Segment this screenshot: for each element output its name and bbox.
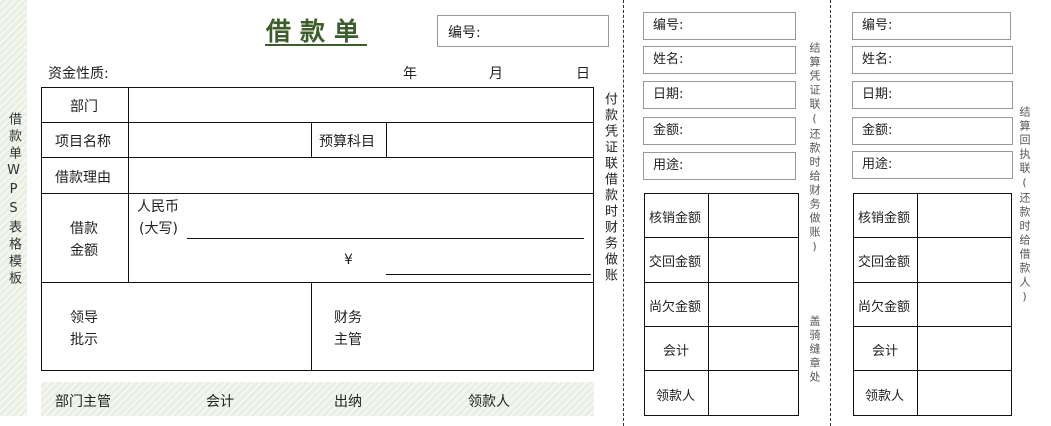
loan-reason-label: 借款理由 (55, 170, 111, 186)
loan-amount-label-1: 借款 (70, 221, 98, 237)
yen-label: ¥ (344, 252, 353, 268)
capital-label: (大写) (139, 221, 178, 237)
stub1-serial-field[interactable]: 编号: (643, 12, 796, 40)
stub2-owed-label: 尚欠金额 (858, 300, 911, 315)
numeric-amount-input[interactable] (388, 250, 590, 272)
stub1-accountant-label: 会计 (663, 344, 690, 359)
loan-reason-input[interactable] (130, 159, 592, 192)
finance-label-2: 主管 (334, 332, 362, 348)
footer-dept-head: 部门主管 (55, 394, 111, 410)
stub1-amount-field[interactable]: 金额: (643, 117, 796, 145)
stub1-name-field[interactable]: 姓名: (643, 46, 796, 74)
leader-label-1: 领导 (70, 310, 98, 326)
stub1-name-label: 姓名: (653, 52, 684, 67)
loan-amount-label-2: 金额 (70, 243, 98, 259)
form-title: 借款单 (266, 17, 369, 46)
stub2-date-label: 日期: (862, 87, 893, 102)
stub2-serial-label: 编号: (862, 18, 893, 33)
stub1-voucher-note: 结算凭证联(还款时给财务做账) (808, 42, 821, 256)
leader-approval-input[interactable] (110, 290, 305, 366)
stub1-receiver-label: 领款人 (656, 389, 696, 404)
form-title-underline (265, 44, 367, 46)
stub1-writeoff-label: 核销金额 (649, 211, 702, 226)
stub2-purpose-field[interactable]: 用途: (852, 151, 1013, 179)
serial-number-field[interactable]: 编号: (437, 15, 609, 47)
finance-label-1: 财务 (334, 310, 362, 326)
stub1-purpose-field[interactable]: 用途: (643, 152, 796, 180)
stub2-name-field[interactable]: 姓名: (852, 46, 1013, 74)
stub1-date-label: 日期: (653, 87, 684, 102)
perforation-line-2 (830, 0, 831, 426)
stub2-amount-field[interactable]: 金额: (852, 117, 1013, 145)
budget-subject-label: 预算科目 (319, 134, 375, 150)
date-day-label: 日 (576, 66, 590, 82)
stub2-serial-field[interactable]: 编号: (852, 12, 1011, 40)
payment-voucher-note: 付款凭证联借款时财务做账 (602, 92, 617, 284)
stub1-seal-note: 盖骑缝章处 (808, 315, 821, 385)
stub2-accountant-label: 会计 (872, 344, 899, 359)
signature-footer: 部门主管 会计 出纳 领款人 (41, 382, 594, 416)
stub1-returned-label: 交回金额 (649, 255, 702, 270)
stub2-purpose-label: 用途: (862, 157, 893, 172)
fund-nature-label: 资金性质: (48, 66, 109, 82)
perforation-line-1 (623, 0, 624, 426)
stub1-owed-label: 尚欠金额 (649, 300, 702, 315)
stub2-receipt-note: 结算回执联(还款时给借款人) (1018, 106, 1031, 306)
side-strip-label: 借款单WPS表格模板 (6, 112, 21, 288)
stub2-date-field[interactable]: 日期: (852, 81, 1013, 109)
stub1-serial-label: 编号: (653, 18, 684, 33)
footer-accountant: 会计 (206, 394, 234, 410)
footer-cashier: 出纳 (334, 394, 362, 410)
stub2-receiver-label: 领款人 (865, 389, 905, 404)
stub2-returned-label: 交回金额 (858, 255, 911, 270)
capital-amount-input[interactable] (188, 214, 583, 236)
budget-subject-input[interactable] (388, 124, 592, 156)
department-label: 部门 (70, 99, 98, 115)
finance-approval-input[interactable] (372, 290, 587, 366)
footer-receiver: 领款人 (468, 394, 510, 410)
stub1-date-field[interactable]: 日期: (643, 81, 796, 109)
serial-number-label: 编号: (448, 25, 481, 41)
rmb-label: 人民币 (137, 199, 179, 215)
leader-label-2: 批示 (70, 332, 98, 348)
stub2-writeoff-label: 核销金额 (858, 211, 911, 226)
stub2-name-label: 姓名: (862, 52, 893, 67)
date-year-label: 年 (403, 66, 417, 82)
project-name-label: 项目名称 (55, 134, 111, 150)
stub1-amount-label: 金额: (653, 123, 684, 138)
project-name-input[interactable] (130, 124, 310, 156)
department-input[interactable] (130, 89, 592, 121)
date-month-label: 月 (489, 66, 503, 82)
side-strip: 借款单WPS表格模板 (0, 0, 27, 416)
stub1-purpose-label: 用途: (653, 158, 684, 173)
stub2-amount-label: 金额: (862, 123, 893, 138)
